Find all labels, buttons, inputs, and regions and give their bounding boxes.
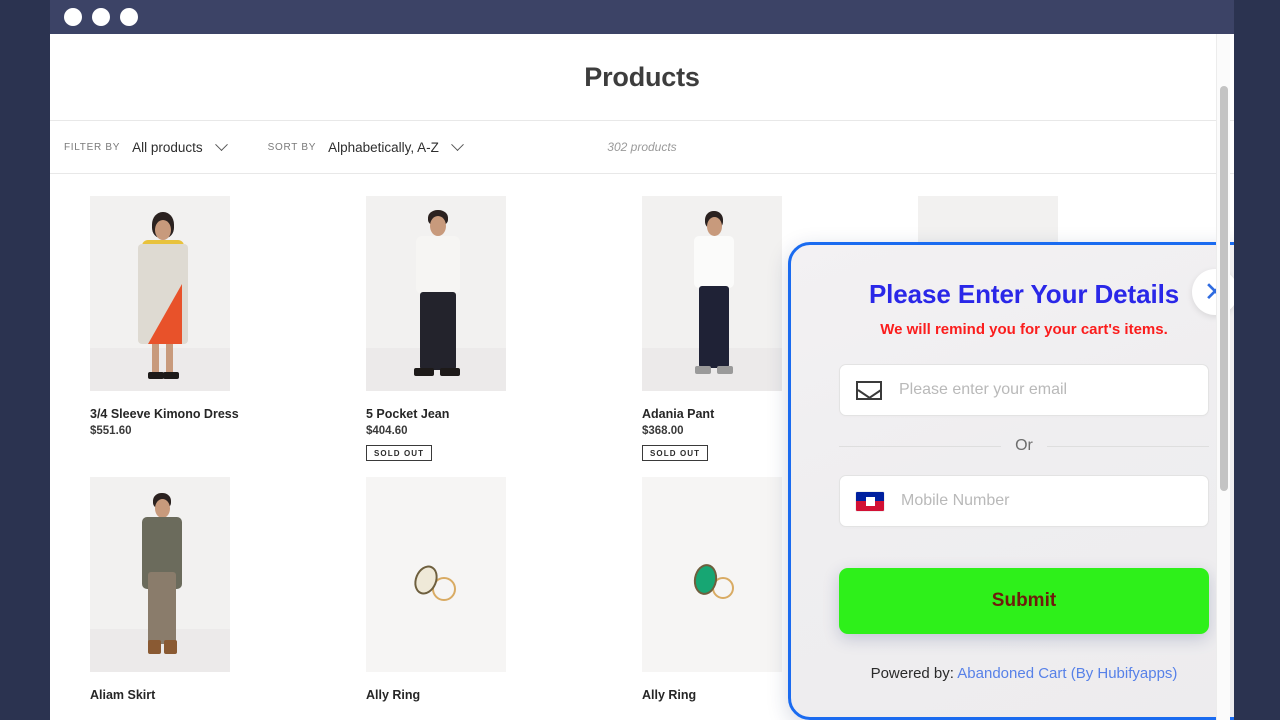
submit-button[interactable]: Submit (839, 568, 1209, 634)
window-titlebar (50, 0, 1234, 34)
product-name: 3/4 Sleeve Kimono Dress (90, 407, 239, 421)
page-viewport: Products FILTER BY All products SORT BY … (50, 34, 1234, 720)
filter-by-select[interactable]: All products (132, 137, 228, 155)
flag-icon-haiti[interactable] (856, 491, 884, 511)
sold-out-badge: SOLD OUT (366, 445, 433, 461)
filter-sort-bar: FILTER BY All products SORT BY Alphabeti… (50, 120, 1234, 174)
product-name: Ally Ring (366, 688, 421, 702)
product-image-ally-ring-green[interactable] (642, 477, 782, 672)
page-header: Products (50, 34, 1234, 120)
mobile-number-input[interactable] (901, 492, 1176, 510)
product-name: Aliam Skirt (90, 688, 156, 702)
browser-window: Products FILTER BY All products SORT BY … (50, 0, 1234, 720)
product-card[interactable]: Aliam Skirt (90, 477, 366, 702)
window-minimize-button[interactable] (92, 8, 110, 26)
product-count: 302 products (607, 140, 677, 154)
modal-title: Please Enter Your Details (868, 279, 1180, 309)
filter-by-label: FILTER BY (64, 141, 121, 153)
phone-field-wrapper[interactable] (839, 475, 1209, 527)
email-input[interactable] (899, 381, 1174, 399)
sort-by-value: Alphabetically, A-Z (328, 139, 439, 155)
product-image-ally-ring-clear[interactable] (366, 477, 506, 672)
divider-line-left (839, 445, 1002, 447)
modal-subtitle: We will remind you for your cart's items… (880, 321, 1168, 338)
page-title: Products (584, 61, 700, 92)
page-scrollbar-thumb[interactable] (1220, 86, 1228, 491)
powered-by-prefix: Powered by: (870, 665, 954, 682)
product-card[interactable]: Ally Ring (366, 477, 642, 702)
product-price: $551.60 (90, 425, 132, 437)
sold-out-badge: SOLD OUT (642, 445, 709, 461)
filter-by-value: All products (132, 139, 203, 155)
product-image-aliam-skirt[interactable] (90, 477, 230, 672)
chevron-down-icon (214, 137, 228, 151)
desktop-background: Products FILTER BY All products SORT BY … (0, 0, 1280, 720)
divider-line-right (1046, 445, 1209, 447)
product-card[interactable]: 5 Pocket Jean $404.60 SOLD OUT (366, 196, 642, 461)
divider-label: Or (1015, 437, 1033, 454)
sort-by-select[interactable]: Alphabetically, A-Z (328, 137, 464, 155)
chevron-down-icon (451, 137, 464, 151)
product-price: $404.60 (366, 425, 408, 437)
sort-by-label: SORT BY (267, 141, 317, 153)
product-name: 5 Pocket Jean (366, 407, 450, 421)
or-divider: Or (839, 437, 1209, 455)
window-maximize-button[interactable] (120, 8, 138, 26)
email-field-wrapper[interactable] (839, 364, 1209, 416)
envelope-icon (856, 380, 882, 400)
powered-by-link[interactable]: Abandoned Cart (By Hubifyapps) (957, 665, 1177, 682)
window-close-button[interactable] (64, 8, 82, 26)
page-scrollbar-track[interactable] (1216, 34, 1230, 720)
product-image-adania-pant[interactable] (642, 196, 782, 391)
powered-by-text: Powered by: Abandoned Cart (By Hubifyapp… (791, 665, 1234, 682)
product-image-kimono-dress[interactable] (90, 196, 230, 391)
abandoned-cart-modal: ✕ Please Enter Your Details We will remi… (788, 242, 1234, 720)
product-card[interactable]: 3/4 Sleeve Kimono Dress $551.60 (90, 196, 366, 461)
product-image-5-pocket-jean[interactable] (366, 196, 506, 391)
